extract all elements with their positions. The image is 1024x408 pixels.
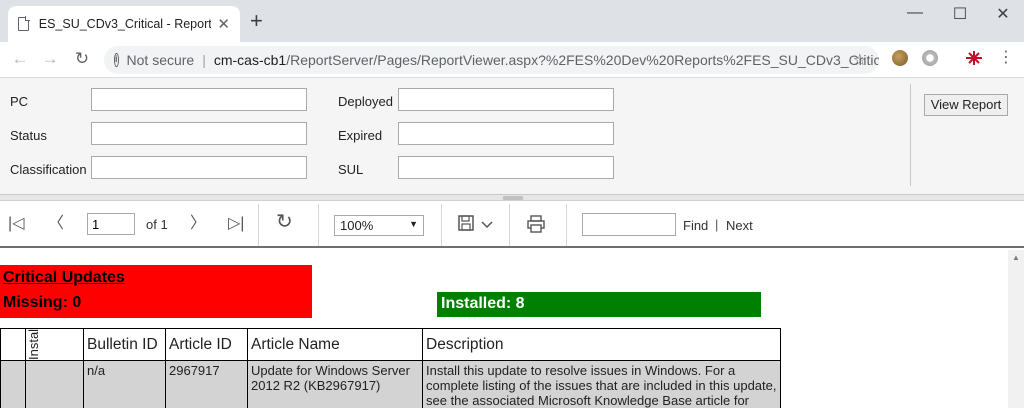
param-input-expired[interactable] — [398, 122, 614, 145]
cookie-extension-icon[interactable] — [892, 50, 908, 66]
export-save-icon[interactable] — [458, 215, 474, 237]
param-label-expired: Expired — [338, 128, 383, 143]
extension-circle-icon[interactable] — [922, 50, 938, 66]
param-label-deployed: Deployed — [338, 94, 393, 109]
new-tab-button[interactable]: + — [250, 10, 263, 32]
param-input-classification[interactable] — [91, 156, 307, 179]
missing-summary-box: Critical Updates Missing: 0 — [0, 265, 312, 318]
zoom-select[interactable]: 100% ▼ — [334, 215, 424, 236]
param-input-sul[interactable] — [398, 156, 614, 179]
param-divider — [910, 84, 911, 186]
bookmark-star-icon[interactable]: ☆ — [853, 50, 867, 70]
find-separator: | — [715, 217, 719, 232]
row-article-cell: 2967917 — [165, 360, 248, 408]
next-page-icon[interactable]: 〉 — [190, 214, 206, 234]
security-label: Not secure — [126, 52, 195, 68]
browser-toolbar: ← → ↻ i Not secure | cm-cas-cb1 /ReportS… — [0, 42, 1024, 78]
tab-close-icon[interactable]: ✕ — [217, 15, 230, 33]
param-label-status: Status — [10, 128, 47, 143]
find-link[interactable]: Find — [683, 218, 708, 233]
browser-menu-icon[interactable]: ⋮ — [998, 48, 1014, 68]
toolbar-separator — [566, 204, 567, 246]
row-bulletin-cell: n/a — [83, 360, 166, 408]
row-installed-cell: * — [25, 360, 84, 408]
param-label-pc: PC — [10, 94, 29, 109]
forward-button[interactable]: → — [40, 49, 60, 69]
missing-count: Missing: 0 — [3, 294, 82, 311]
table-row: * n/a 2967917 Update for Windows Server … — [0, 360, 781, 408]
page-count-label: of 1 — [146, 217, 168, 232]
updates-table: Installed Bulletin ID Article ID Article… — [0, 328, 781, 408]
maximize-button[interactable]: ☐ — [945, 4, 975, 24]
column-header-bulletin: Bulletin ID — [83, 328, 166, 361]
print-icon[interactable] — [527, 215, 545, 239]
page-number-input[interactable] — [87, 213, 135, 235]
refresh-icon[interactable]: ↻ — [276, 212, 293, 232]
panel-splitter[interactable] — [0, 195, 1024, 201]
splitter-grip-icon[interactable] — [503, 196, 523, 200]
reload-button[interactable]: ↻ — [72, 49, 92, 69]
previous-page-icon[interactable]: 〈 — [48, 214, 64, 234]
tab-strip: ES_SU_CDv3_Critical - Report Vie ✕ + — ☐… — [0, 0, 1024, 42]
table-header-row: Installed Bulletin ID Article ID Article… — [0, 328, 781, 361]
row-name-cell: Update for Windows Server 2012 R2 (KB296… — [247, 360, 423, 408]
installed-header-text: Installed — [26, 328, 42, 360]
address-bar[interactable]: i Not secure | cm-cas-cb1 /ReportServer/… — [104, 46, 879, 74]
table-header-blank — [0, 328, 26, 361]
zoom-value: 100% — [340, 218, 374, 233]
back-button[interactable]: ← — [10, 49, 30, 69]
param-label-sul: SUL — [338, 162, 364, 177]
toolbar-separator — [318, 204, 319, 246]
column-header-article: Article ID — [165, 328, 248, 361]
row-description-cell: Install this update to resolve issues in… — [422, 360, 781, 408]
installed-count: Installed: 8 — [441, 295, 525, 312]
toolbar-separator — [258, 204, 259, 246]
scroll-up-icon[interactable]: ▲ — [1012, 253, 1020, 262]
report-body: Critical Updates Missing: 0 Installed: 8… — [0, 250, 1008, 408]
view-report-button[interactable]: View Report — [924, 94, 1008, 116]
minimize-button[interactable]: — — [900, 4, 930, 22]
dropdown-arrow-icon: ▼ — [409, 219, 418, 229]
info-icon[interactable]: i — [114, 53, 119, 67]
window-close-button[interactable]: ✕ — [988, 4, 1018, 24]
column-header-installed: Installed — [25, 328, 84, 361]
parameter-panel: PC Status Classification Deployed Expire… — [0, 78, 1024, 195]
url-path: /ReportServer/Pages/ReportViewer.aspx?%2… — [286, 52, 879, 68]
param-input-deployed[interactable] — [398, 88, 614, 111]
first-page-icon[interactable]: |◁ — [8, 214, 24, 234]
url-separator: | — [202, 52, 206, 68]
last-page-icon[interactable]: ▷| — [228, 214, 244, 234]
column-header-name: Article Name — [247, 328, 423, 361]
row-blank-cell — [0, 360, 26, 408]
next-link[interactable]: Next — [726, 218, 753, 233]
param-label-classification: Classification — [10, 162, 87, 177]
extension-bug-icon[interactable] — [965, 50, 982, 66]
browser-tab[interactable]: ES_SU_CDv3_Critical - Report Vie ✕ — [8, 6, 240, 42]
report-scrollbar[interactable]: ▲ — [1008, 250, 1024, 408]
report-title-link[interactable]: Critical Updates — [3, 269, 125, 287]
document-icon — [18, 16, 30, 31]
export-dropdown-icon[interactable] — [481, 216, 493, 236]
find-input[interactable] — [582, 213, 676, 236]
toolbar-separator — [441, 204, 442, 246]
url-host: cm-cas-cb1 — [213, 52, 287, 68]
tab-title: ES_SU_CDv3_Critical - Report Vie — [38, 17, 212, 31]
installed-summary-box: Installed: 8 — [437, 292, 761, 317]
toolbar-separator — [509, 204, 510, 246]
param-input-status[interactable] — [91, 122, 307, 145]
report-toolbar: |◁ 〈 of 1 〉 ▷| ↻ 100% ▼ Find | Next — [0, 202, 1024, 248]
column-header-description: Description — [422, 328, 781, 361]
param-input-pc[interactable] — [91, 88, 307, 111]
